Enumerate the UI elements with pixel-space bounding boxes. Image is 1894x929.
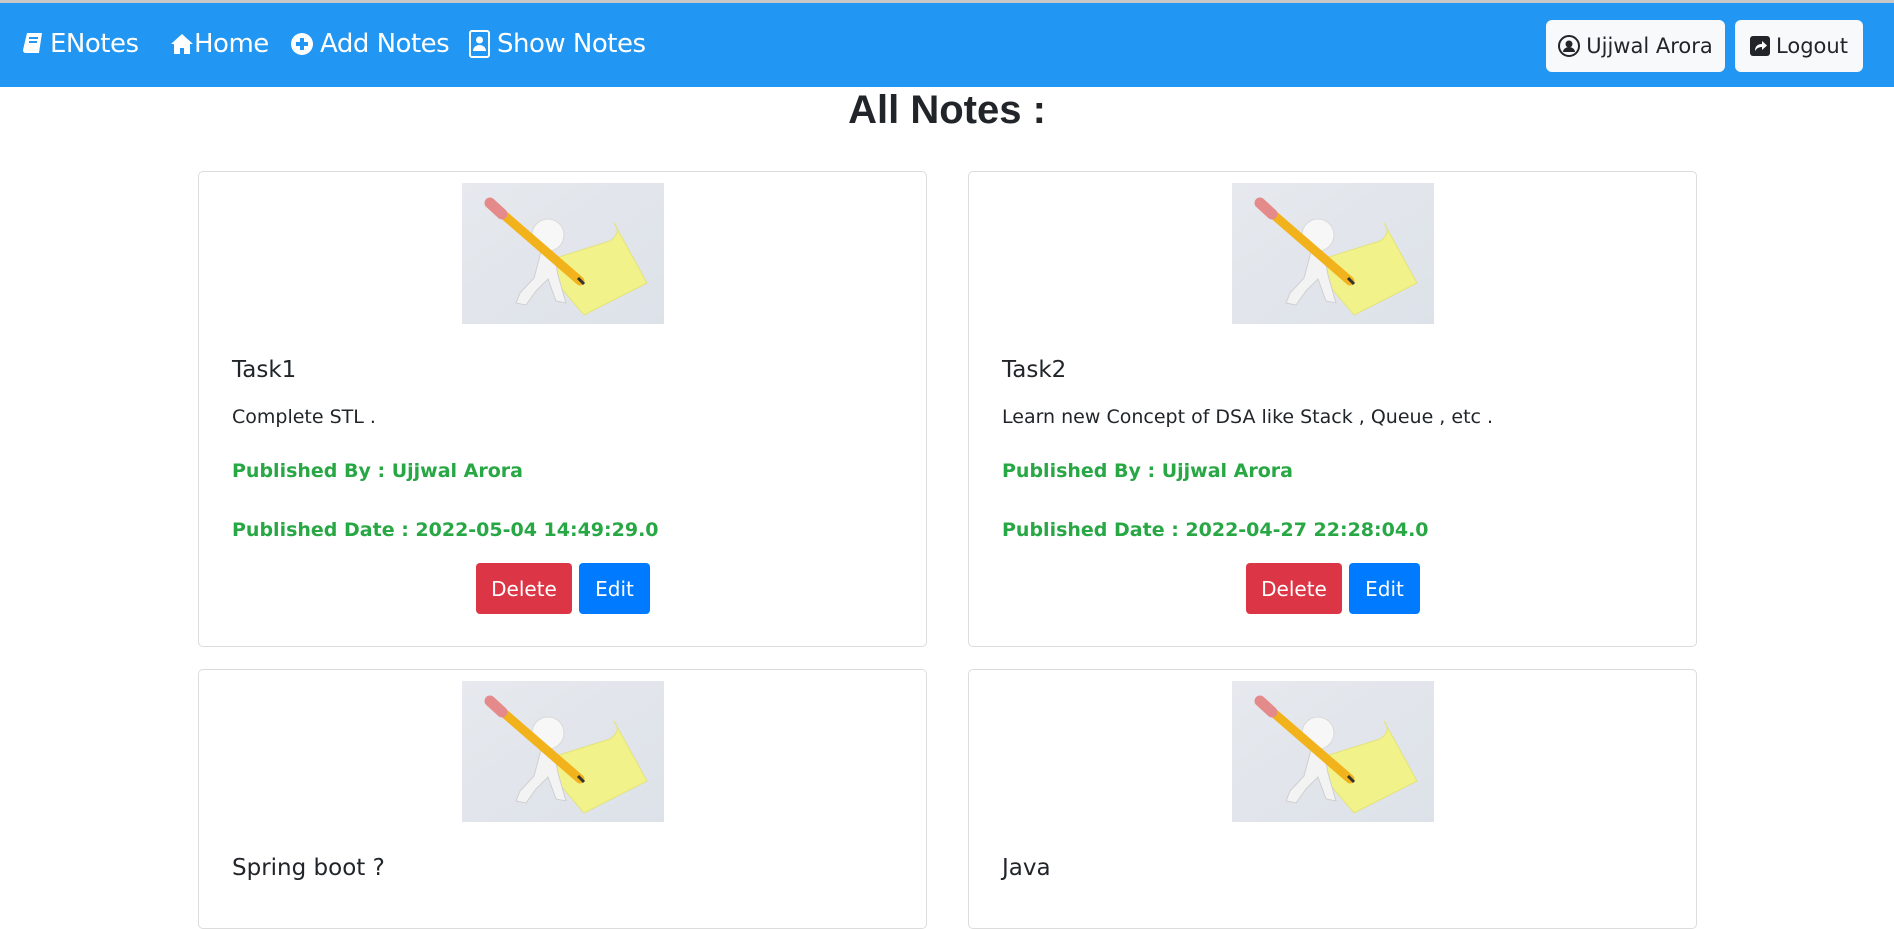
note-title: Spring boot ? — [232, 855, 385, 881]
note-illustration — [462, 183, 664, 324]
note-card: Task2 Learn new Concept of DSA like Stac… — [968, 171, 1697, 647]
nav-add-notes-label: Add Notes — [320, 29, 450, 59]
delete-button[interactable]: Delete — [1246, 563, 1342, 614]
note-content: Complete STL . — [232, 406, 376, 428]
nav-add-notes[interactable]: Add Notes — [290, 29, 450, 59]
logout-label: Logout — [1776, 34, 1848, 58]
published-by: Published By : Ujjwal Arora — [232, 460, 523, 482]
note-illustration — [1232, 681, 1434, 822]
published-by: Published By : Ujjwal Arora — [1002, 460, 1293, 482]
nav-home[interactable]: Home — [170, 29, 269, 59]
brand-label: ENotes — [50, 29, 139, 59]
published-date: Published Date : 2022-04-27 22:28:04.0 — [1002, 519, 1429, 541]
nav-home-label: Home — [194, 29, 269, 59]
book-icon — [22, 33, 42, 53]
note-title: Task1 — [232, 357, 297, 383]
user-circle-icon — [1558, 35, 1581, 57]
note-title: Task2 — [1002, 357, 1067, 383]
delete-button[interactable]: Delete — [476, 563, 572, 614]
nav-show-notes-label: Show Notes — [497, 29, 646, 59]
logout-button[interactable]: Logout — [1735, 20, 1863, 72]
share-square-icon — [1750, 36, 1771, 56]
note-card: Spring boot ? — [198, 669, 927, 929]
note-content: Learn new Concept of DSA like Stack , Qu… — [1002, 406, 1494, 428]
note-illustration — [462, 681, 664, 822]
user-button[interactable]: Ujjwal Arora — [1546, 20, 1725, 72]
plus-circle-icon — [291, 33, 313, 55]
home-icon — [171, 34, 193, 54]
address-book-icon — [469, 30, 490, 58]
edit-button[interactable]: Edit — [1349, 563, 1420, 614]
note-card: Task1 Complete STL . Published By : Ujjw… — [198, 171, 927, 647]
note-title: Java — [1002, 855, 1051, 881]
user-name: Ujjwal Arora — [1586, 34, 1713, 58]
navbar: ENotes Home Add Notes Show Notes Ujjwal … — [0, 3, 1894, 87]
page-title: All Notes : — [848, 88, 1046, 132]
brand-link[interactable]: ENotes — [22, 29, 139, 59]
edit-button[interactable]: Edit — [579, 563, 650, 614]
published-date: Published Date : 2022-05-04 14:49:29.0 — [232, 519, 659, 541]
note-illustration — [1232, 183, 1434, 324]
nav-show-notes[interactable]: Show Notes — [469, 29, 646, 59]
note-card: Java — [968, 669, 1697, 929]
